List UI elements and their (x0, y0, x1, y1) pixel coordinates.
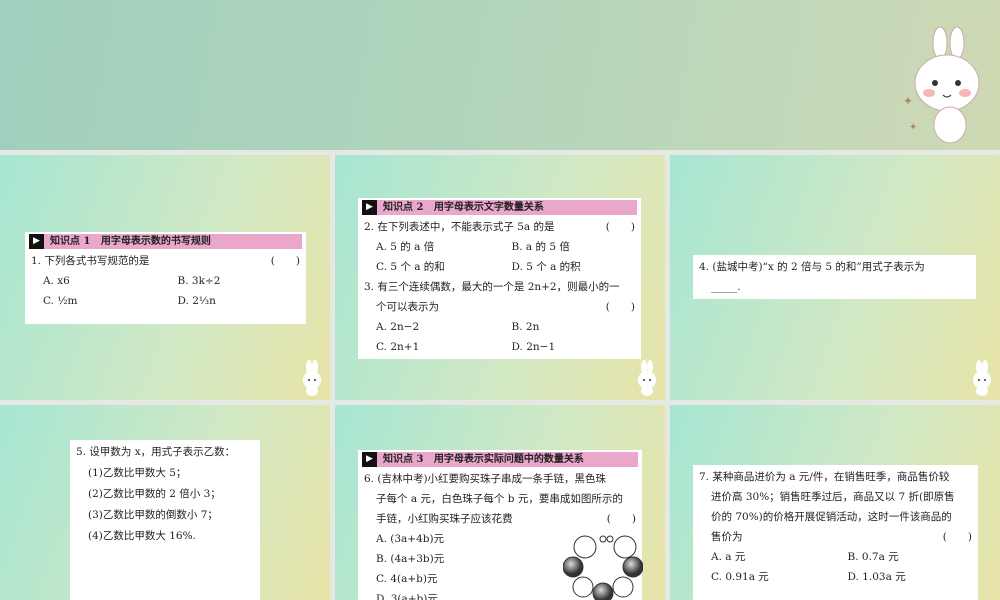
question-6-cont: 子每个 a 元，白色珠子每个 b 元，要串成如图所示的 (376, 493, 623, 505)
bunny-icon (638, 360, 656, 396)
option: A. a 元 (711, 551, 746, 563)
bracelet-diagram (563, 535, 643, 600)
question-card: 4. (盐城中考)“x 的 2 倍与 5 的和”用式子表示为 _____. (693, 255, 976, 299)
option: C. 2n+1 (376, 341, 420, 353)
question-7-cont: 价的 70%)的价格开展促销活动，这时一件该商品的 (711, 511, 952, 523)
play-icon: ▶ (362, 200, 377, 215)
section-title: 用字母表示实际问题中的数量关系 (433, 454, 584, 465)
sub-question: (2)乙数比甲数的 2 倍小 3； (88, 488, 221, 500)
question-card: ▶ 知识点 2 用字母表示文字数量关系 2. 在下列表述中，不能表示式子 5a 的… (358, 198, 641, 359)
question-3-cont: 个可以表示为 (376, 301, 439, 313)
question-4: 4. (盐城中考)“x 的 2 倍与 5 的和”用式子表示为 (699, 261, 925, 273)
slide-2[interactable]: ▶ 知识点 2 用字母表示文字数量关系 2. 在下列表述中，不能表示式子 5a 的… (335, 155, 665, 400)
option: B. 3k÷2 (177, 275, 221, 287)
question-6: 6. (吉林中考)小红要购买珠子串成一条手链，黑色珠 (364, 473, 607, 485)
question-7-cont: 售价为 (711, 531, 743, 543)
answer-blank: ( ) (605, 221, 635, 233)
bunny-icon (303, 360, 321, 396)
option: D. 2⅓n (177, 295, 216, 307)
question-2: 2. 在下列表述中，不能表示式子 5a 的是 (364, 221, 555, 233)
slide-3[interactable]: 4. (盐城中考)“x 的 2 倍与 5 的和”用式子表示为 _____. (670, 155, 1000, 400)
question-3: 3. 有三个连续偶数，最大的一个是 2n+2，则最小的一 (364, 281, 620, 293)
slide-title[interactable]: ✦ ✦ (0, 0, 1000, 150)
section-title: 用字母表示文字数量关系 (433, 202, 544, 213)
sub-question: (3)乙数比甲数的倒数小 7； (88, 509, 218, 521)
svg-text:✦: ✦ (909, 122, 917, 133)
answer-blank: ( ) (605, 301, 635, 313)
option: B. a 的 5 倍 (511, 241, 570, 253)
section-title: 用字母表示数的书写规则 (100, 236, 211, 247)
question-6-cont: 手链，小红购买珠子应该花费 (376, 513, 513, 525)
bunny-icon (973, 360, 991, 396)
bunny-mascot-icon: ✦✦ (903, 26, 980, 144)
section-number: 知识点 1 (50, 236, 91, 247)
section-number: 知识点 2 (383, 202, 424, 213)
option: D. 2n−1 (511, 341, 556, 353)
option: B. 0.7a 元 (847, 551, 899, 563)
svg-text:✦: ✦ (903, 94, 913, 108)
answer-blank: ( ) (606, 513, 636, 525)
question-1: 1. 下列各式书写规范的是 (31, 255, 150, 267)
option: C. 5 个 a 的和 (376, 261, 445, 273)
question-7-cont: 进价高 30%；销售旺季过后，商品又以 7 折(即原售 (711, 491, 955, 503)
option: A. 5 的 a 倍 (376, 241, 435, 253)
option: C. ½m (43, 295, 78, 307)
question-card: 7. 某种商品进价为 a 元/件，在销售旺季，商品售价较 进价高 30%；销售旺… (693, 465, 978, 600)
sub-question: (1)乙数比甲数大 5； (88, 467, 187, 479)
slide-6[interactable]: 7. 某种商品进价为 a 元/件，在销售旺季，商品售价较 进价高 30%；销售旺… (670, 405, 1000, 600)
question-5: 5. 设甲数为 x，用式子表示乙数： (76, 446, 236, 458)
option: C. 0.91a 元 (711, 571, 769, 583)
slide-1[interactable]: ▶ 知识点 1 用字母表示数的书写规则 1. 下列各式书写规范的是 ( ) A. x… (0, 155, 330, 400)
option: D. 1.03a 元 (847, 571, 906, 583)
question-card: ▶ 知识点 1 用字母表示数的书写规则 1. 下列各式书写规范的是 ( ) A. x… (25, 232, 306, 324)
answer-blank: _____. (711, 281, 741, 293)
slide-5[interactable]: ▶ 知识点 3 用字母表示实际问题中的数量关系 6. (吉林中考)小红要购买珠子串… (335, 405, 665, 600)
option: A. x6 (43, 275, 70, 287)
section-number: 知识点 3 (383, 454, 424, 465)
play-icon: ▶ (29, 234, 44, 249)
slide-4[interactable]: 5. 设甲数为 x，用式子表示乙数： (1)乙数比甲数大 5； (2)乙数比甲数… (0, 405, 330, 600)
answer-blank: ( ) (942, 531, 972, 543)
option: B. 2n (511, 321, 540, 333)
question-7: 7. 某种商品进价为 a 元/件，在销售旺季，商品售价较 (699, 471, 950, 483)
answer-blank: ( ) (270, 255, 300, 267)
play-icon: ▶ (362, 452, 377, 467)
option: A. 2n−2 (376, 321, 420, 333)
sub-question: (4)乙数比甲数大 16%. (88, 530, 196, 542)
question-card: 5. 设甲数为 x，用式子表示乙数： (1)乙数比甲数大 5； (2)乙数比甲数… (70, 440, 260, 600)
question-card: ▶ 知识点 3 用字母表示实际问题中的数量关系 6. (吉林中考)小红要购买珠子串… (358, 450, 643, 600)
option: D. 5 个 a 的积 (511, 261, 581, 273)
